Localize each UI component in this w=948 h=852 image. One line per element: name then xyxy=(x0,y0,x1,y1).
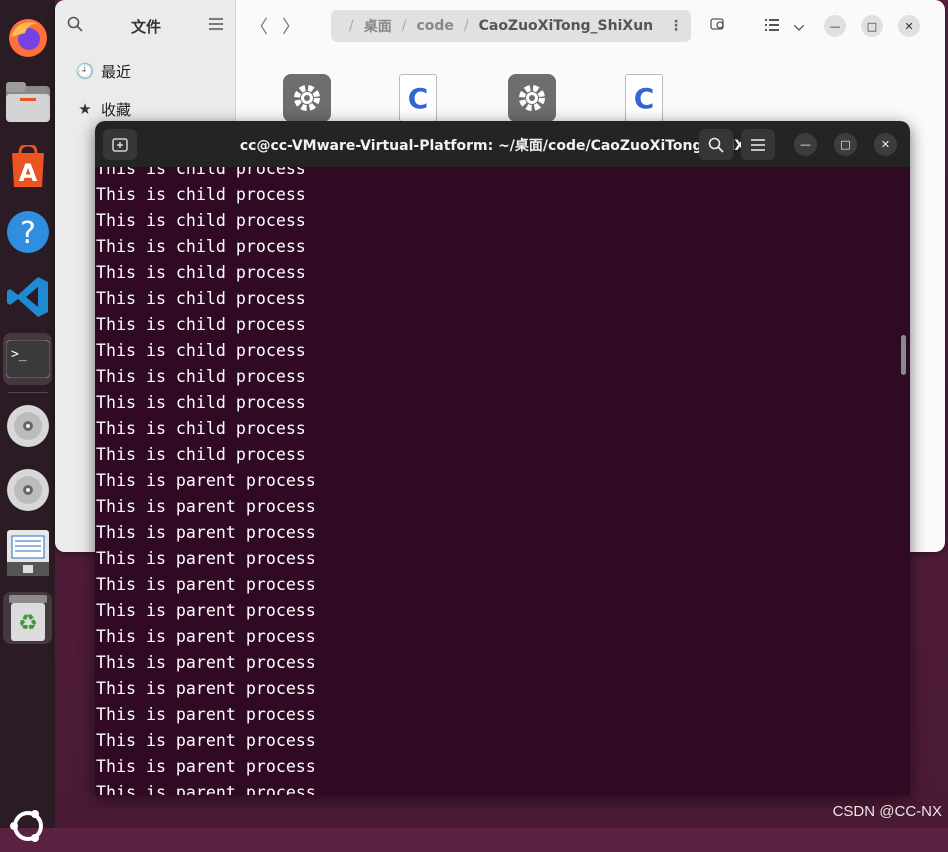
dock: A ? >_ ♻ xyxy=(0,0,55,842)
sidebar-item-label: 收藏 xyxy=(101,100,132,119)
trash-icon[interactable]: ♻ xyxy=(3,592,52,644)
maximize-button[interactable]: □ xyxy=(861,15,883,37)
file-item-executable[interactable] xyxy=(283,74,331,122)
ubuntu-logo-icon[interactable] xyxy=(3,800,52,852)
app-center-icon[interactable]: A xyxy=(3,141,52,193)
terminal-line: This is child process xyxy=(96,367,306,386)
terminal-line: This is child process xyxy=(96,237,306,256)
vscode-icon[interactable] xyxy=(3,271,52,323)
file-item-executable-2[interactable] xyxy=(508,74,556,122)
terminal-search-button[interactable] xyxy=(699,129,733,160)
document-viewer-icon[interactable] xyxy=(3,527,52,579)
firefox-icon[interactable] xyxy=(3,12,52,64)
terminal-line: This is child process xyxy=(96,211,306,230)
terminal-line: This is parent process xyxy=(96,783,316,795)
terminal-line: This is child process xyxy=(96,167,306,178)
disc-icon-2[interactable] xyxy=(3,464,52,516)
svg-text:>_: >_ xyxy=(11,347,27,362)
c-file-icon: C xyxy=(625,74,663,122)
terminal-line: This is child process xyxy=(96,341,306,360)
terminal-line: This is parent process xyxy=(96,653,316,672)
back-button[interactable]: 〈 xyxy=(243,13,275,39)
sidebar-title: 文件 xyxy=(130,17,161,36)
search-icon[interactable] xyxy=(67,16,83,36)
terminal-title: cc@cc-VMware-Virtual-Platform: ~/桌面/code… xyxy=(239,138,766,154)
hamburger-menu-icon[interactable] xyxy=(208,18,223,34)
terminal-line: This is parent process xyxy=(96,679,316,698)
breadcrumb: / 桌面 / code / CaoZuoXiTong_ShiXun ⋮ xyxy=(331,10,691,42)
close-button[interactable]: ✕ xyxy=(898,15,920,37)
chevron-down-icon[interactable] xyxy=(789,17,809,35)
c-file-icon: C xyxy=(399,74,437,122)
terminal-line: This is parent process xyxy=(96,549,316,568)
svg-text:?: ? xyxy=(20,216,36,251)
sidebar-item-recent[interactable]: 🕘 最近 xyxy=(55,52,235,90)
terminal-maximize-button[interactable]: □ xyxy=(834,133,857,156)
file-item-c-source-2[interactable]: C xyxy=(625,74,673,122)
terminal-line: This is child process xyxy=(96,393,306,412)
terminal-line: This is parent process xyxy=(96,575,316,594)
terminal-line: This is child process xyxy=(96,315,306,334)
file-item-c-source[interactable]: C xyxy=(399,74,447,122)
terminal-lines: This is child process This is child proce… xyxy=(96,167,316,795)
breadcrumb-item-current[interactable]: CaoZuoXiTong_ShiXun xyxy=(479,18,654,34)
star-icon: ★ xyxy=(78,100,92,118)
terminal-line: This is parent process xyxy=(96,601,316,620)
terminal-line: This is parent process xyxy=(96,627,316,646)
terminal-scrollbar[interactable] xyxy=(901,335,906,375)
files-icon[interactable] xyxy=(3,76,52,128)
help-icon[interactable]: ? xyxy=(3,206,52,258)
dock-separator xyxy=(8,392,48,393)
terminal-line: This is child process xyxy=(96,263,306,282)
terminal-line: This is parent process xyxy=(96,471,316,490)
terminal-line: This is child process xyxy=(96,445,306,464)
terminal-window: cc@cc-VMware-Virtual-Platform: ~/桌面/code… xyxy=(95,121,910,795)
breadcrumb-item-desktop[interactable]: 桌面 xyxy=(364,16,392,36)
breadcrumb-item-code[interactable]: code xyxy=(416,18,453,34)
terminal-line: This is child process xyxy=(96,289,306,308)
terminal-line: This is parent process xyxy=(96,497,316,516)
minimize-button[interactable]: — xyxy=(824,15,846,37)
watermark: CSDN @CC-NX xyxy=(832,803,942,820)
terminal-line: This is parent process xyxy=(96,705,316,724)
terminal-minimize-button[interactable]: — xyxy=(794,133,817,156)
svg-text:♻: ♻ xyxy=(18,611,38,636)
terminal-line: This is parent process xyxy=(96,523,316,542)
more-options-icon[interactable]: ⋮ xyxy=(669,18,683,34)
terminal-titlebar: cc@cc-VMware-Virtual-Platform: ~/桌面/code… xyxy=(95,121,910,167)
terminal-close-button[interactable]: ✕ xyxy=(874,133,897,156)
svg-text:A: A xyxy=(18,159,37,187)
terminal-line: This is child process xyxy=(96,185,306,204)
list-view-icon[interactable] xyxy=(755,17,789,35)
forward-button[interactable]: 〉 xyxy=(275,13,307,39)
terminal-line: This is parent process xyxy=(96,757,316,776)
terminal-icon[interactable]: >_ xyxy=(3,333,52,385)
sidebar-item-label: 最近 xyxy=(101,62,132,81)
search-folder-icon[interactable] xyxy=(701,16,735,36)
terminal-menu-button[interactable] xyxy=(741,129,775,160)
terminal-output[interactable]: This is child process This is child proce… xyxy=(95,167,910,795)
terminal-line: This is parent process xyxy=(96,731,316,750)
files-header: 〈 〉 / 桌面 / code / CaoZuoXiTong_ShiXun ⋮ … xyxy=(235,0,945,52)
terminal-line: This is child process xyxy=(96,419,306,438)
disc-icon[interactable] xyxy=(3,400,52,452)
clock-icon: 🕘 xyxy=(75,62,95,80)
